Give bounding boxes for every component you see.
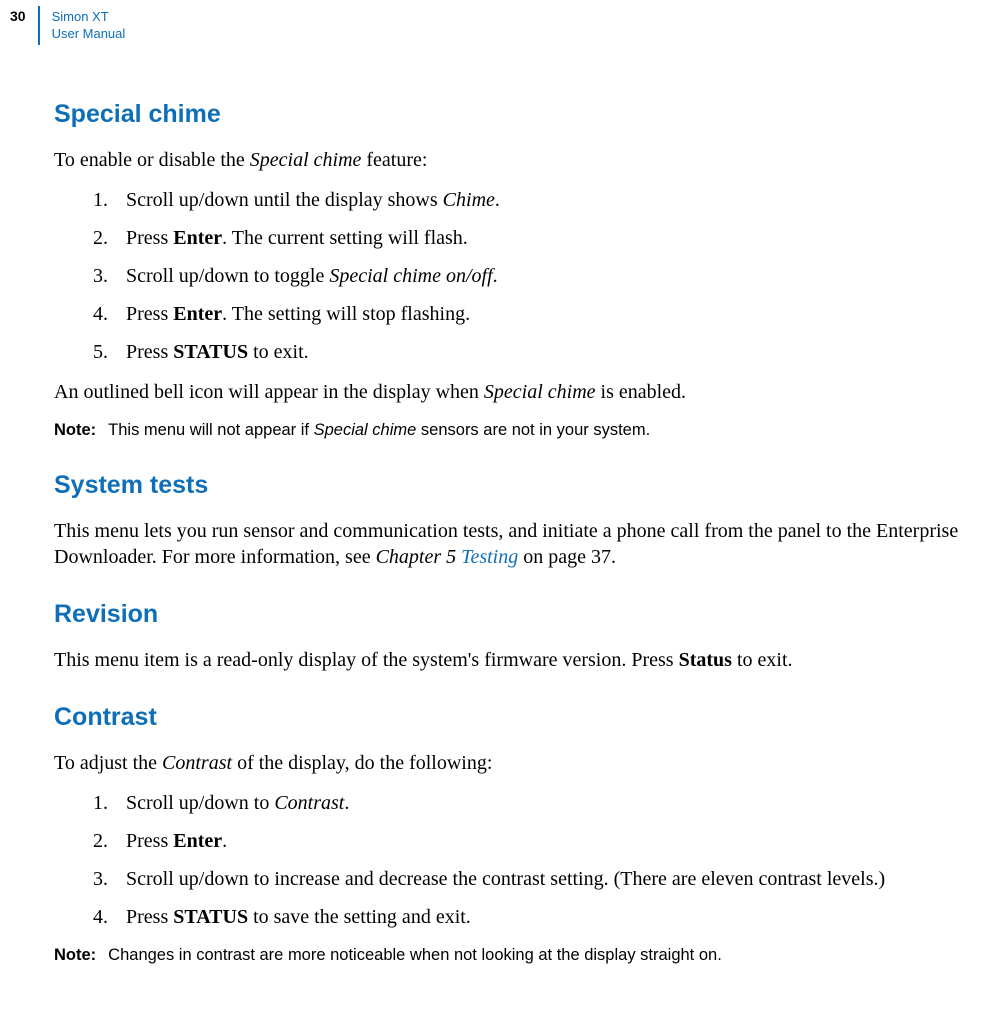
step-number: 1.: [54, 187, 126, 213]
text: .: [495, 189, 500, 211]
text-bold: Enter: [173, 830, 222, 852]
step-number: 5.: [54, 339, 126, 365]
text: This menu item is a read-only display of…: [54, 649, 679, 671]
text: is enabled.: [596, 381, 687, 403]
text: .: [222, 830, 227, 852]
text: to exit.: [732, 649, 793, 671]
step-number: 3.: [54, 263, 126, 289]
text: . The current setting will flash.: [222, 227, 468, 249]
contrast-intro: To adjust the Contrast of the display, d…: [54, 750, 1000, 776]
step-number: 4.: [54, 301, 126, 327]
text: Press: [126, 227, 173, 249]
note-body: Changes in contrast are more noticeable …: [108, 944, 722, 966]
note-label: Note:: [54, 944, 108, 966]
text: Scroll up/down to toggle: [126, 265, 329, 287]
list-item: 1. Scroll up/down to Contrast.: [54, 790, 1000, 816]
document-title-line1: Simon XT: [52, 9, 109, 24]
text-bold: Enter: [173, 303, 222, 325]
step-text: Press STATUS to save the setting and exi…: [126, 904, 1000, 930]
text: to exit.: [248, 341, 309, 363]
text-italic: Special chime: [484, 381, 596, 403]
list-item: 4. Press Enter. The setting will stop fl…: [54, 301, 1000, 327]
link-testing[interactable]: Testing: [461, 546, 518, 568]
text: Scroll up/down to: [126, 792, 274, 814]
text-bold: STATUS: [173, 341, 248, 363]
text: on page 37.: [518, 546, 616, 568]
document-title: Simon XT User Manual: [40, 6, 126, 45]
text: Press: [126, 830, 173, 852]
heading-contrast: Contrast: [54, 703, 1000, 732]
text: . The setting will stop flashing.: [222, 303, 470, 325]
text-bold: Enter: [173, 227, 222, 249]
special-chime-note: Note: This menu will not appear if Speci…: [54, 419, 1000, 441]
list-item: 2. Press Enter.: [54, 828, 1000, 854]
text: feature:: [361, 149, 427, 171]
text: sensors are not in your system.: [416, 421, 650, 439]
step-text: Press Enter. The current setting will fl…: [126, 225, 1000, 251]
heading-special-chime: Special chime: [54, 100, 1000, 129]
special-chime-tail: An outlined bell icon will appear in the…: [54, 379, 1000, 405]
step-text: Scroll up/down to Contrast.: [126, 790, 1000, 816]
text: To enable or disable the: [54, 149, 250, 171]
text-italic: Special chime on/off: [329, 265, 492, 287]
note-body: This menu will not appear if Special chi…: [108, 419, 650, 441]
text: of the display, do the following:: [232, 752, 492, 774]
page-content: Special chime To enable or disable the S…: [0, 45, 1000, 966]
step-text: Scroll up/down until the display shows C…: [126, 187, 1000, 213]
list-item: 3. Scroll up/down to increase and decrea…: [54, 866, 1000, 892]
step-number: 1.: [54, 790, 126, 816]
contrast-steps: 1. Scroll up/down to Contrast. 2. Press …: [54, 790, 1000, 930]
special-chime-steps: 1. Scroll up/down until the display show…: [54, 187, 1000, 365]
page-header: 30 Simon XT User Manual: [0, 0, 1000, 45]
system-tests-body: This menu lets you run sensor and commun…: [54, 518, 1000, 570]
text: Scroll up/down to increase and decrease …: [126, 868, 885, 890]
special-chime-intro: To enable or disable the Special chime f…: [54, 147, 1000, 173]
text: Press: [126, 303, 173, 325]
heading-system-tests: System tests: [54, 471, 1000, 500]
step-text: Scroll up/down to increase and decrease …: [126, 866, 1000, 892]
step-text: Press Enter.: [126, 828, 1000, 854]
text: .: [493, 265, 498, 287]
section-contrast: Contrast To adjust the Contrast of the d…: [54, 703, 1000, 966]
list-item: 5. Press STATUS to exit.: [54, 339, 1000, 365]
note-label: Note:: [54, 419, 108, 441]
step-number: 2.: [54, 828, 126, 854]
page-number: 30: [4, 6, 38, 45]
text-italic: Special chime: [314, 421, 417, 439]
heading-revision: Revision: [54, 600, 1000, 629]
step-number: 3.: [54, 866, 126, 892]
text: An outlined bell icon will appear in the…: [54, 381, 484, 403]
text: Scroll up/down until the display shows: [126, 189, 443, 211]
contrast-note: Note: Changes in contrast are more notic…: [54, 944, 1000, 966]
section-special-chime: Special chime To enable or disable the S…: [54, 100, 1000, 441]
step-text: Press Enter. The setting will stop flash…: [126, 301, 1000, 327]
text-italic: Contrast: [162, 752, 232, 774]
section-system-tests: System tests This menu lets you run sens…: [54, 471, 1000, 570]
text-italic: Special chime: [250, 149, 362, 171]
list-item: 2. Press Enter. The current setting will…: [54, 225, 1000, 251]
text: to save the setting and exit.: [248, 906, 471, 928]
step-number: 2.: [54, 225, 126, 251]
section-revision: Revision This menu item is a read-only d…: [54, 600, 1000, 673]
text: This menu will not appear if: [108, 421, 313, 439]
text-bold: STATUS: [173, 906, 248, 928]
text-italic: Chime: [443, 189, 495, 211]
step-text: Press STATUS to exit.: [126, 339, 1000, 365]
text-italic: Contrast: [274, 792, 344, 814]
text-bold: Status: [679, 649, 732, 671]
list-item: 4. Press STATUS to save the setting and …: [54, 904, 1000, 930]
revision-body: This menu item is a read-only display of…: [54, 647, 1000, 673]
text: Press: [126, 341, 173, 363]
text-italic: Chapter 5: [376, 546, 462, 568]
document-title-line2: User Manual: [52, 26, 126, 41]
text: Press: [126, 906, 173, 928]
step-text: Scroll up/down to toggle Special chime o…: [126, 263, 1000, 289]
text: To adjust the: [54, 752, 162, 774]
step-number: 4.: [54, 904, 126, 930]
text: .: [344, 792, 349, 814]
list-item: 3. Scroll up/down to toggle Special chim…: [54, 263, 1000, 289]
list-item: 1. Scroll up/down until the display show…: [54, 187, 1000, 213]
